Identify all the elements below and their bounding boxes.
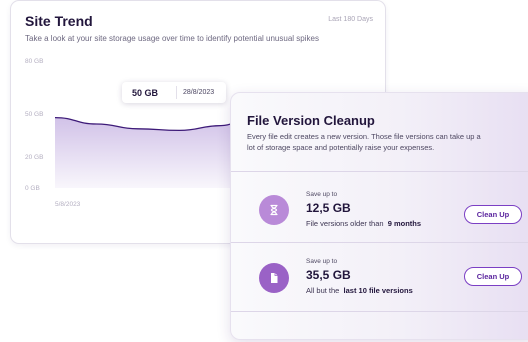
clean-up-button[interactable]: Clean Up — [464, 267, 522, 286]
tooltip-value: 50 GB — [132, 88, 159, 98]
tooltip-date: 28/8/2023 — [183, 89, 215, 96]
trend-description: Take a look at your site storage usage o… — [25, 34, 319, 43]
clean-up-button[interactable]: Clean Up — [464, 205, 522, 224]
option-label: Save up to — [306, 258, 338, 265]
y-tick-label: 50 GB — [25, 111, 43, 118]
divider — [231, 311, 528, 312]
divider — [231, 171, 528, 172]
divider — [231, 242, 528, 243]
x-tick-label: 5/8/2023 — [55, 201, 81, 208]
chart-tooltip: 50 GB 28/8/2023 — [122, 82, 226, 103]
detail-text: File versions older than — [306, 219, 384, 228]
option-amount: 12,5 GB — [306, 201, 351, 215]
option-amount: 35,5 GB — [306, 268, 351, 282]
cleanup-description: Every file edit creates a new version. T… — [247, 132, 481, 152]
y-tick-label: 80 GB — [25, 58, 43, 65]
document-icon — [259, 263, 289, 293]
cleanup-title: File Version Cleanup — [247, 113, 375, 128]
date-range-label[interactable]: Last 180 Days — [328, 16, 373, 23]
trend-title: Site Trend — [25, 13, 93, 29]
option-detail: All but the last 10 file versions — [306, 286, 413, 295]
y-tick-label: 0 GB — [25, 185, 40, 192]
option-detail: File versions older than 9 months — [306, 219, 421, 228]
file-version-cleanup-card: File Version Cleanup Every file edit cre… — [230, 92, 528, 340]
detail-text: All but the — [306, 286, 340, 295]
detail-emphasis: 9 months — [387, 219, 422, 228]
hourglass-icon — [259, 195, 289, 225]
detail-emphasis: last 10 file versions — [343, 286, 413, 295]
option-label: Save up to — [306, 191, 338, 198]
tooltip-divider — [176, 86, 177, 99]
y-tick-label: 20 GB — [25, 154, 43, 161]
